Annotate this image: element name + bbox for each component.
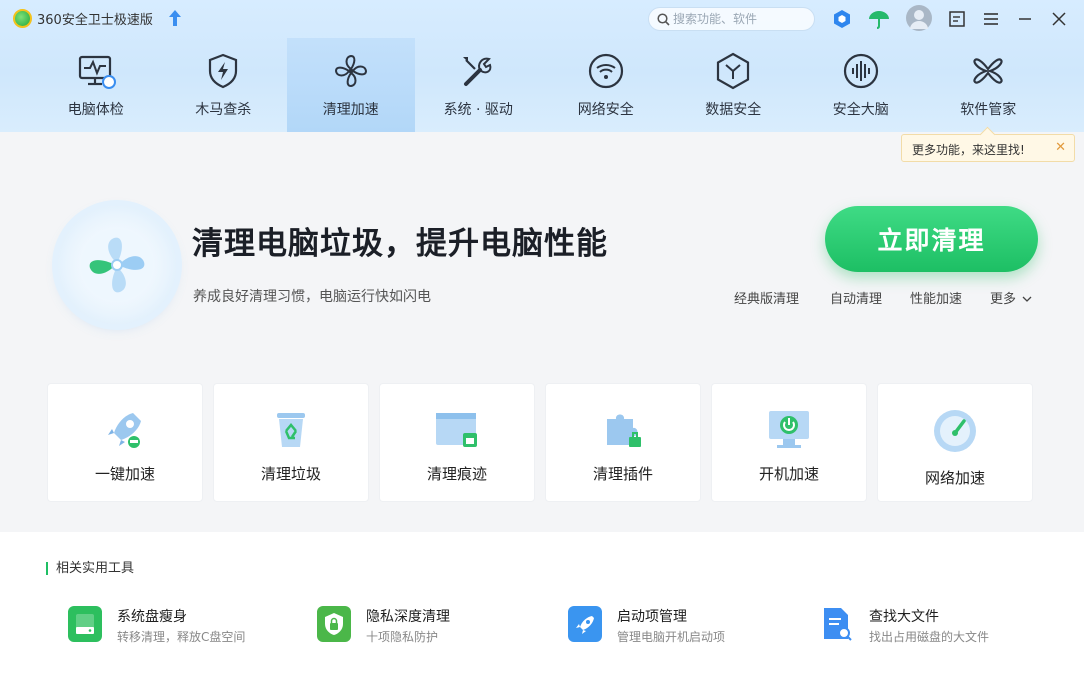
security-badge-icon[interactable]: [831, 8, 853, 30]
close-icon[interactable]: [1048, 8, 1070, 30]
tool-name: 查找大文件: [869, 609, 939, 625]
more-link[interactable]: 更多: [990, 288, 1032, 307]
nav-item-system-driver[interactable]: 系统 · 驱动: [415, 38, 543, 132]
tool-desc: 找出占用磁盘的大文件: [869, 630, 990, 644]
search-input[interactable]: [673, 11, 808, 27]
nav-item-security-brain[interactable]: 安全大脑: [797, 38, 925, 132]
tool-desc: 转移清理，释放C盘空间: [117, 630, 246, 644]
tooltip-close-icon[interactable]: ✕: [1055, 140, 1066, 155]
header: 360安全卫士极速版 搜索功能、软件 电脑体检 木马查杀 清理加速 系统 · 驱…: [0, 0, 1084, 132]
tool-name: 系统盘瘦身: [117, 609, 187, 625]
hexagon-y-icon: [717, 52, 750, 90]
file-search-icon: [820, 606, 854, 642]
card-label: 清理垃圾: [260, 465, 321, 483]
hero-subtitle: 养成良好清理习惯，电脑运行快如闪电: [193, 289, 431, 305]
nav-item-network-security[interactable]: 网络安全: [542, 38, 670, 132]
title-bar: 360安全卫士极速版: [0, 0, 1084, 38]
hero-fan-illustration: [58, 206, 176, 324]
avatar-icon[interactable]: [906, 5, 932, 31]
tool-name: 隐私深度清理: [366, 609, 450, 625]
card-one-click-speedup[interactable]: 一键加速: [47, 383, 203, 502]
puzzle-icon: [607, 414, 641, 447]
tooltip-text: 更多功能，来这里找!: [912, 143, 1025, 157]
card-label: 网络加速: [924, 469, 985, 487]
feedback-icon[interactable]: [946, 8, 968, 30]
privacy-shield-icon: [317, 606, 351, 642]
nav-label: 软件管家: [960, 102, 1017, 118]
fan-icon: [334, 54, 367, 88]
speedometer-icon: [934, 410, 976, 452]
classic-clean-link[interactable]: 经典版清理: [734, 288, 799, 307]
related-tools-heading: 相关实用工具: [46, 562, 134, 575]
nav-item-data-security[interactable]: 数据安全: [670, 38, 798, 132]
nav-label: 电脑体检: [67, 102, 124, 118]
wifi-icon: [588, 53, 623, 89]
search-box[interactable]: [648, 7, 815, 31]
app-logo-icon: [13, 9, 32, 28]
startup-rocket-icon: [568, 606, 602, 642]
browser-trace-icon: [436, 413, 477, 447]
card-label: 清理插件: [592, 465, 653, 483]
wrench-icon: [463, 57, 492, 86]
more-features-tooltip: 更多功能，来这里找! ✕: [901, 134, 1075, 162]
disk-icon: [68, 606, 102, 642]
nav-label: 数据安全: [705, 102, 762, 118]
tool-name: 启动项管理: [617, 609, 687, 625]
clover-icon: [973, 58, 1003, 84]
card-clean-plugins[interactable]: 清理插件: [545, 383, 701, 502]
rocket-icon: [108, 413, 141, 448]
menu-icon[interactable]: [980, 8, 1002, 30]
monitor-check-icon: [78, 55, 116, 89]
nav-label: 系统 · 驱动: [443, 102, 513, 118]
recycle-bin-icon: [277, 413, 305, 447]
more-label: 更多: [990, 292, 1017, 307]
power-monitor-icon: [769, 411, 809, 448]
hero-title: 清理电脑垃圾，提升电脑性能: [192, 226, 608, 262]
minimize-icon[interactable]: [1014, 8, 1036, 30]
nav-item-clean-speedup[interactable]: 清理加速: [287, 38, 415, 132]
card-clean-traces[interactable]: 清理痕迹: [379, 383, 535, 502]
nav-label: 清理加速: [322, 102, 379, 118]
search-icon: [657, 13, 670, 26]
card-label: 清理痕迹: [426, 465, 487, 483]
clean-now-button[interactable]: 立即清理: [825, 206, 1038, 272]
tool-desc: 管理电脑开机启动项: [617, 630, 726, 644]
umbrella-icon[interactable]: [868, 8, 890, 30]
auto-clean-link[interactable]: 自动清理: [830, 288, 882, 307]
nav-item-software-manager[interactable]: 软件管家: [925, 38, 1053, 132]
card-network-speedup[interactable]: 网络加速: [877, 383, 1033, 502]
chevron-down-icon: [1022, 296, 1032, 302]
nav-item-pc-checkup[interactable]: 电脑体检: [32, 38, 160, 132]
card-label: 一键加速: [94, 465, 155, 483]
nav-label: 安全大脑: [832, 102, 889, 118]
fan-illustration-icon: [81, 229, 153, 301]
card-clean-junk[interactable]: 清理垃圾: [213, 383, 369, 502]
card-startup-speedup[interactable]: 开机加速: [711, 383, 867, 502]
shield-bolt-icon: [209, 53, 238, 89]
nav-label: 木马查杀: [195, 102, 252, 118]
nav-item-trojan-scan[interactable]: 木马查杀: [160, 38, 288, 132]
app-title: 360安全卫士极速版: [37, 13, 153, 28]
nav-label: 网络安全: [577, 102, 634, 118]
tool-desc: 十项隐私防护: [366, 630, 439, 644]
related-tools-panel: 相关实用工具 系统盘瘦身 转移清理，释放C盘空间 隐私深度清理 十项隐私防护 启…: [0, 532, 1084, 684]
performance-speedup-link[interactable]: 性能加速: [910, 288, 962, 307]
card-label: 开机加速: [758, 465, 819, 483]
brain-icon: [843, 53, 878, 89]
main-nav: 电脑体检 木马查杀 清理加速 系统 · 驱动 网络安全 数据安全 安全大脑 软件…: [32, 38, 1052, 132]
upgrade-arrow-icon[interactable]: [168, 9, 182, 27]
